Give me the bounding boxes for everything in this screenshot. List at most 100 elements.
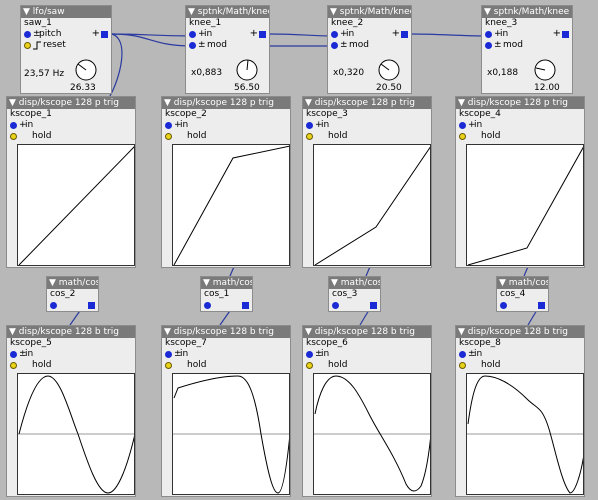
outlet-square-icon[interactable] xyxy=(401,31,408,38)
inlet-dot-icon[interactable] xyxy=(10,351,17,358)
io-row[interactable] xyxy=(47,300,98,311)
outlet-square-icon[interactable] xyxy=(538,302,545,309)
object-title[interactable]: ▼ disp/kscope 128 p trig xyxy=(162,97,290,109)
in-inlet[interactable]: + in xyxy=(7,120,135,131)
hold-inlet[interactable]: hold xyxy=(303,131,431,142)
instance-name[interactable]: kscope_5 xyxy=(7,338,135,349)
hold-inlet[interactable]: hold xyxy=(162,131,290,142)
inlet-dot-icon[interactable] xyxy=(331,31,338,38)
hold-inlet[interactable]: hold xyxy=(456,360,584,371)
inlet-dot-icon[interactable] xyxy=(485,42,492,49)
inlet-dot-icon[interactable] xyxy=(204,302,211,309)
hold-inlet[interactable]: hold xyxy=(303,360,431,371)
bool-inlet-icon[interactable] xyxy=(459,362,466,369)
inlet-dot-icon[interactable] xyxy=(459,122,466,129)
inlet-dot-icon[interactable] xyxy=(189,42,196,49)
kscope-p-object[interactable]: ▼ disp/kscope 128 p trig kscope_1 + in ho… xyxy=(6,96,136,268)
io-row[interactable] xyxy=(497,300,548,311)
inlet-dot-icon[interactable] xyxy=(485,31,492,38)
in-inlet[interactable]: + in xyxy=(162,120,290,131)
reset-inlet[interactable]: reset xyxy=(21,40,111,51)
cable[interactable] xyxy=(111,33,194,37)
outlet-square-icon[interactable] xyxy=(242,302,249,309)
kscope-p-object[interactable]: ▼ disp/kscope 128 p trig kscope_2 + in ho… xyxy=(161,96,291,268)
inlet-dot-icon[interactable] xyxy=(165,351,172,358)
inlet-dot-icon[interactable] xyxy=(50,302,57,309)
inlet-dot-icon[interactable] xyxy=(165,122,172,129)
inlet-dot-icon[interactable] xyxy=(10,122,17,129)
io-row[interactable] xyxy=(201,300,252,311)
object-title[interactable]: ▼ lfo/saw xyxy=(21,6,111,18)
in-inlet[interactable]: ± in xyxy=(162,349,290,360)
math-cos-object[interactable]: ▼ math/cos cos_2 xyxy=(46,276,99,312)
bool-inlet-icon[interactable] xyxy=(459,133,466,140)
knee-object[interactable]: ▼ sptnk/Math/knee k knee_2 + in + ± mod … xyxy=(327,5,412,94)
bool-inlet-icon[interactable] xyxy=(165,362,172,369)
instance-name[interactable]: cos_1 xyxy=(201,289,252,300)
inlet-dot-icon[interactable] xyxy=(189,31,196,38)
io-row[interactable] xyxy=(329,300,380,311)
in-inlet[interactable]: ± in xyxy=(7,349,135,360)
mod-inlet[interactable]: ± mod xyxy=(186,40,269,51)
object-title[interactable]: ▼ math/cos xyxy=(201,277,252,289)
object-title[interactable]: ▼ sptnk/Math/knee k xyxy=(482,6,572,18)
instance-name[interactable]: cos_4 xyxy=(497,289,548,300)
bool-inlet-icon[interactable] xyxy=(10,133,17,140)
object-title[interactable]: ▼ disp/kscope 128 b trig xyxy=(7,326,135,338)
bool-inlet-icon[interactable] xyxy=(24,42,31,49)
mod-inlet[interactable]: ± mod xyxy=(482,40,572,51)
object-title[interactable]: ▼ disp/kscope 128 p trig xyxy=(456,97,584,109)
in-inlet[interactable]: + in xyxy=(456,120,584,131)
inlet-dot-icon[interactable] xyxy=(306,122,313,129)
object-title[interactable]: ▼ sptnk/Math/knee k xyxy=(186,6,269,18)
kscope-b-object[interactable]: ▼ disp/kscope 128 b trig kscope_8 ± in ho… xyxy=(455,325,585,497)
cable[interactable] xyxy=(411,33,488,37)
in-inlet[interactable]: + in + xyxy=(482,28,572,40)
object-title[interactable]: ▼ disp/kscope 128 b trig xyxy=(456,326,584,338)
bool-inlet-icon[interactable] xyxy=(306,133,313,140)
in-inlet[interactable]: + in + xyxy=(328,28,411,40)
instance-name[interactable]: cos_3 xyxy=(329,289,380,300)
object-title[interactable]: ▼ math/cos xyxy=(497,277,548,289)
inlet-dot-icon[interactable] xyxy=(331,42,338,49)
in-inlet[interactable]: ± in xyxy=(456,349,584,360)
hold-inlet[interactable]: hold xyxy=(456,131,584,142)
object-title[interactable]: ▼ disp/kscope 128 p trig xyxy=(303,97,431,109)
kscope-b-object[interactable]: ▼ disp/kscope 128 b trig kscope_5 ± in ho… xyxy=(6,325,136,497)
kscope-b-object[interactable]: ▼ disp/kscope 128 b trig kscope_6 ± in ho… xyxy=(302,325,432,497)
hold-inlet[interactable]: hold xyxy=(162,360,290,371)
object-title[interactable]: ▼ disp/kscope 128 p trig xyxy=(7,97,135,109)
in-inlet[interactable]: + in + xyxy=(186,28,269,40)
object-title[interactable]: ▼ disp/kscope 128 b trig xyxy=(162,326,290,338)
kscope-p-object[interactable]: ▼ disp/kscope 128 p trig kscope_3 + in ho… xyxy=(302,96,432,268)
instance-name[interactable]: kscope_8 xyxy=(456,338,584,349)
kscope-b-object[interactable]: ▼ disp/kscope 128 b trig kscope_7 ± in ho… xyxy=(161,325,291,497)
object-title[interactable]: ▼ math/cos xyxy=(47,277,98,289)
instance-name[interactable]: kscope_3 xyxy=(303,109,431,120)
in-inlet[interactable]: + in xyxy=(303,120,431,131)
instance-name[interactable]: kscope_7 xyxy=(162,338,290,349)
bool-inlet-icon[interactable] xyxy=(306,362,313,369)
outlet-square-icon[interactable] xyxy=(370,302,377,309)
hold-inlet[interactable]: hold xyxy=(7,131,135,142)
kscope-p-object[interactable]: ▼ disp/kscope 128 p trig kscope_4 + in ho… xyxy=(455,96,585,268)
lfo-saw-object[interactable]: ▼ lfo/saw saw_1 ± pitch + reset 23,57 Hz… xyxy=(20,5,112,94)
knee-knob-icon[interactable] xyxy=(532,57,558,83)
inlet-dot-icon[interactable] xyxy=(500,302,507,309)
cable[interactable] xyxy=(269,33,336,37)
inlet-dot-icon[interactable] xyxy=(24,31,31,38)
outlet-square-icon[interactable] xyxy=(101,31,108,38)
knee-object[interactable]: ▼ sptnk/Math/knee k knee_1 + in + ± mod … xyxy=(185,5,270,94)
math-cos-object[interactable]: ▼ math/cos cos_1 xyxy=(200,276,253,312)
outlet-square-icon[interactable] xyxy=(562,31,569,38)
instance-name[interactable]: kscope_2 xyxy=(162,109,290,120)
pitch-knob-icon[interactable] xyxy=(73,57,99,83)
in-inlet[interactable]: ± in xyxy=(303,349,431,360)
math-cos-object[interactable]: ▼ math/cos cos_3 xyxy=(328,276,381,312)
inlet-dot-icon[interactable] xyxy=(332,302,339,309)
instance-name[interactable]: kscope_4 xyxy=(456,109,584,120)
instance-name[interactable]: cos_2 xyxy=(47,289,98,300)
object-title[interactable]: ▼ math/cos xyxy=(329,277,380,289)
inlet-dot-icon[interactable] xyxy=(459,351,466,358)
object-title[interactable]: ▼ disp/kscope 128 b trig xyxy=(303,326,431,338)
